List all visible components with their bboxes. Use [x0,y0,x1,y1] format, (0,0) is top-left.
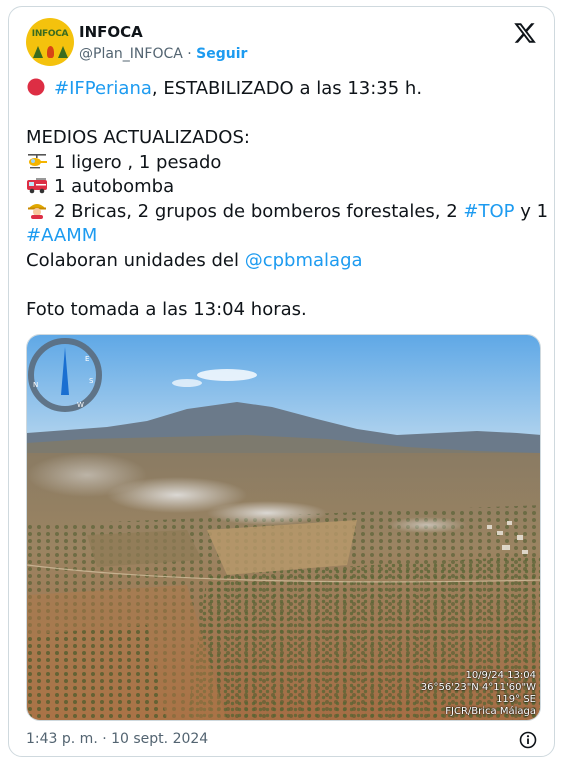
aircraft-line: 1 ligero , 1 pesado [26,151,541,176]
hashtag-top[interactable]: #TOP [463,201,514,222]
stamp-date: 10/9/24 13:04 [465,670,536,681]
compass-letter: S [89,377,94,385]
fire-engine-icon [27,178,47,194]
engine-line: 1 autobomba [26,175,541,200]
tweet-timestamp[interactable]: 1:43 p. m. · 10 sept. 2024 [26,731,208,747]
crews-tail: y 1 [514,200,549,222]
firefighter-icon [28,203,46,219]
account-name[interactable]: INFOCA [79,23,143,41]
engine-text: 1 autobomba [54,176,175,197]
crews-line: 2 Bricas, 2 grupos de bomberos forestale… [26,200,548,225]
aamm-line: #AAMM [26,224,541,249]
separator: · [187,46,192,62]
red-circle-icon [27,78,45,96]
collab-line: Colaboran unidades del @cpbmalaga [26,249,541,274]
status-text: , ESTABILIZADO a las 13:35 h. [151,78,423,99]
stamp-heading: 119° SE [496,694,536,705]
aircraft-text: 1 ligero , 1 pesado [54,151,222,173]
avatar-tree-icon [33,46,43,58]
collab-text: Colaboran unidades del [26,249,245,271]
account-handle[interactable]: @Plan_INFOCA [79,46,183,62]
avatar-flame-icon [47,46,54,58]
tweet-photo[interactable]: E S N W 10/9/24 13:04 36°56'23"N 4°11'60… [26,334,541,721]
photo-note: Foto tomada a las 13:04 horas. [26,298,307,320]
stamp-coords: 36°56'23"N 4°11'60"W [420,682,536,693]
mention-cpbmalaga[interactable]: @cpbmalaga [245,250,363,271]
compass-letter: E [85,355,89,363]
medios-heading: MEDIOS ACTUALIZADOS: [26,127,250,148]
crews-text: 2 Bricas, 2 grupos de bomberos forestale… [54,200,464,222]
info-icon[interactable] [519,731,537,749]
tweet-text: #IFPeriana, ESTABILIZADO a las 13:35 h. … [26,77,548,322]
aerial-landscape-image: E S N W [27,335,540,720]
photo-stamp: 10/9/24 13:04 36°56'23"N 4°11'60"W 119° … [421,670,536,718]
stamp-credit: FJCR/Brica Málaga [445,706,536,717]
tweet-card: INFOCA INFOCA @Plan_INFOCA · Seguir #IFP… [8,6,555,757]
avatar[interactable]: INFOCA [26,18,74,66]
handle-row: @Plan_INFOCA · Seguir [79,46,247,62]
status-line: #IFPeriana, ESTABILIZADO a las 13:35 h. [26,77,541,102]
hashtag-aamm[interactable]: #AAMM [26,225,97,246]
compass-letter: N [33,381,38,389]
hashtag-ifperiana[interactable]: #IFPeriana [54,78,152,99]
compass-letter: W [77,401,84,409]
avatar-logo-text: INFOCA [31,29,69,39]
follow-button[interactable]: Seguir [196,46,247,62]
x-logo-icon[interactable] [513,21,537,45]
avatar-tree-icon [58,46,68,58]
helicopter-icon [28,153,47,168]
